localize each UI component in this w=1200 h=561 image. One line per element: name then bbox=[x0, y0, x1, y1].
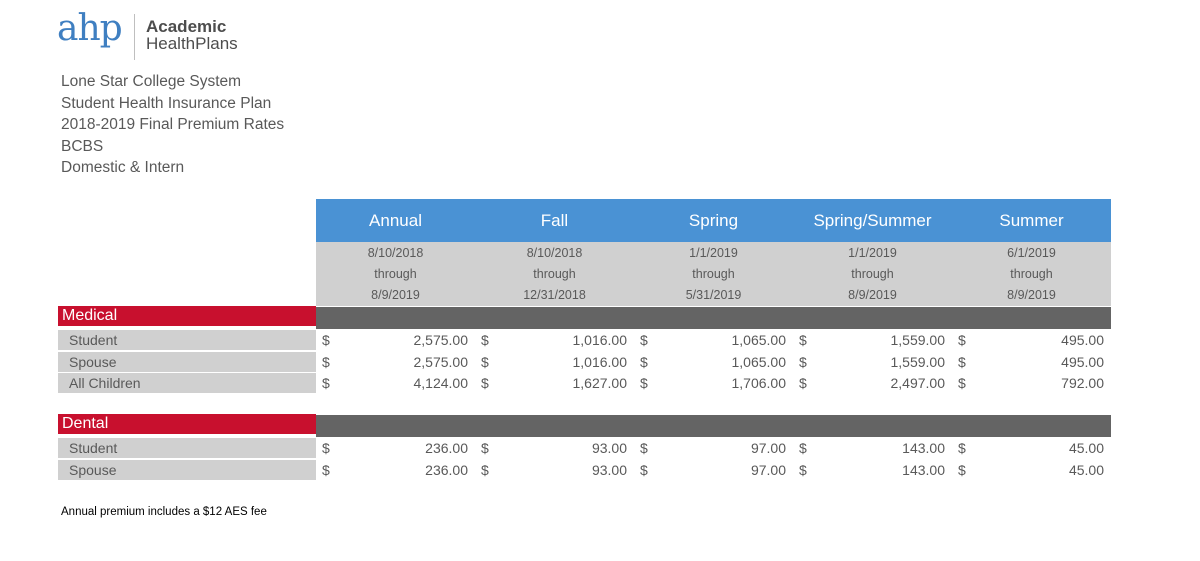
amount-cell: 45.00 bbox=[1068, 462, 1104, 478]
amount-cell: 1,065.00 bbox=[731, 332, 787, 348]
column-title-4: Summer bbox=[999, 211, 1064, 230]
column-title-3: Spring/Summer bbox=[813, 211, 932, 230]
amount-cell: 2,575.00 bbox=[413, 354, 469, 370]
date-line-0-2: 8/9/2019 bbox=[371, 288, 420, 302]
currency-symbol: $ bbox=[958, 354, 966, 370]
amount-cell: 495.00 bbox=[1061, 354, 1104, 370]
currency-symbol: $ bbox=[481, 462, 489, 478]
row-label-0-1: Spouse bbox=[58, 352, 316, 372]
amount-cell: 1,016.00 bbox=[572, 332, 628, 348]
date-line-2-2: 5/31/2019 bbox=[685, 288, 742, 302]
date-line-0-0: 8/10/2018 bbox=[367, 246, 424, 260]
currency-symbol: $ bbox=[481, 440, 489, 456]
header-line-rates: 2018-2019 Final Premium Rates bbox=[61, 116, 285, 133]
date-line-1-2: 12/31/2018 bbox=[523, 288, 586, 302]
currency-symbol: $ bbox=[640, 462, 648, 478]
date-line-1-0: 8/10/2018 bbox=[526, 246, 583, 260]
header-line-type: Domestic & Intern bbox=[61, 159, 185, 176]
row-label-0-2: All Children bbox=[58, 373, 316, 393]
currency-symbol: $ bbox=[799, 462, 807, 478]
date-line-4-0: 6/1/2019 bbox=[1007, 246, 1056, 260]
currency-symbol: $ bbox=[322, 332, 330, 348]
amount-cell: 93.00 bbox=[591, 440, 627, 456]
date-line-3-0: 1/1/2019 bbox=[848, 246, 897, 260]
header-line-carrier: BCBS bbox=[61, 137, 104, 155]
section-label-dental: Dental bbox=[58, 414, 316, 434]
date-line-1-1: through bbox=[533, 267, 576, 281]
amount-cell: 93.00 bbox=[591, 462, 627, 478]
currency-symbol: $ bbox=[322, 462, 330, 478]
currency-symbol: $ bbox=[799, 375, 807, 391]
amount-cell: 792.00 bbox=[1061, 375, 1104, 391]
logo-divider bbox=[134, 14, 135, 60]
date-line-2-0: 1/1/2019 bbox=[689, 246, 738, 260]
row-label-1-1: Spouse bbox=[58, 460, 316, 480]
currency-symbol: $ bbox=[640, 440, 648, 456]
currency-symbol: $ bbox=[640, 375, 648, 391]
amount-cell: 45.00 bbox=[1068, 440, 1104, 456]
amount-cell: 143.00 bbox=[902, 462, 945, 478]
date-line-2-1: through bbox=[692, 267, 735, 281]
column-title-1: Fall bbox=[540, 211, 569, 230]
date-line-3-1: through bbox=[851, 267, 894, 281]
currency-symbol: $ bbox=[481, 375, 489, 391]
amount-cell: 1,559.00 bbox=[890, 332, 946, 348]
column-title-0: Annual bbox=[369, 211, 422, 230]
currency-symbol: $ bbox=[481, 354, 489, 370]
header-line-school: Lone Star College System bbox=[61, 73, 242, 90]
currency-symbol: $ bbox=[481, 332, 489, 348]
amount-cell: 2,497.00 bbox=[890, 375, 946, 391]
header-line-plan: Student Health Insurance Plan bbox=[61, 94, 272, 112]
section-band-0 bbox=[316, 307, 1111, 329]
date-line-0-1: through bbox=[374, 267, 417, 281]
currency-symbol: $ bbox=[958, 440, 966, 456]
date-line-3-2: 8/9/2019 bbox=[848, 288, 897, 302]
amount-cell: 4,124.00 bbox=[413, 375, 469, 391]
date-line-4-2: 8/9/2019 bbox=[1007, 288, 1056, 302]
document-header: Lone Star College System Student Health … bbox=[61, 71, 284, 179]
amount-cell: 1,065.00 bbox=[731, 354, 787, 370]
row-label-0-0: Student bbox=[58, 330, 316, 350]
currency-symbol: $ bbox=[640, 354, 648, 370]
logo-word-2: HealthPlans bbox=[146, 34, 238, 53]
currency-symbol: $ bbox=[799, 440, 807, 456]
amount-cell: 1,559.00 bbox=[890, 354, 946, 370]
amount-cell: 97.00 bbox=[750, 462, 786, 478]
row-label-1-0: Student bbox=[58, 438, 316, 458]
currency-symbol: $ bbox=[958, 375, 966, 391]
amount-cell: 1,706.00 bbox=[731, 375, 787, 391]
column-title-2: Spring bbox=[688, 211, 739, 230]
amount-cell: 1,016.00 bbox=[572, 354, 628, 370]
amount-cell: 143.00 bbox=[902, 440, 945, 456]
currency-symbol: $ bbox=[322, 354, 330, 370]
amount-cell: 1,627.00 bbox=[572, 375, 628, 391]
amount-cell: 495.00 bbox=[1061, 332, 1104, 348]
currency-symbol: $ bbox=[322, 440, 330, 456]
logo-mark: ahp bbox=[57, 8, 123, 49]
currency-symbol: $ bbox=[322, 375, 330, 391]
currency-symbol: $ bbox=[799, 332, 807, 348]
amount-cell: 2,575.00 bbox=[413, 332, 469, 348]
amount-cell: 97.00 bbox=[750, 440, 786, 456]
date-line-4-1: through bbox=[1010, 267, 1053, 281]
amount-cell: 236.00 bbox=[425, 440, 468, 456]
currency-symbol: $ bbox=[958, 332, 966, 348]
footnote: Annual premium includes a $12 AES fee bbox=[61, 506, 267, 518]
section-band-1 bbox=[316, 415, 1111, 437]
amount-cell: 236.00 bbox=[425, 462, 468, 478]
currency-symbol: $ bbox=[958, 462, 966, 478]
section-label-medical: Medical bbox=[58, 306, 316, 326]
currency-symbol: $ bbox=[799, 354, 807, 370]
currency-symbol: $ bbox=[640, 332, 648, 348]
